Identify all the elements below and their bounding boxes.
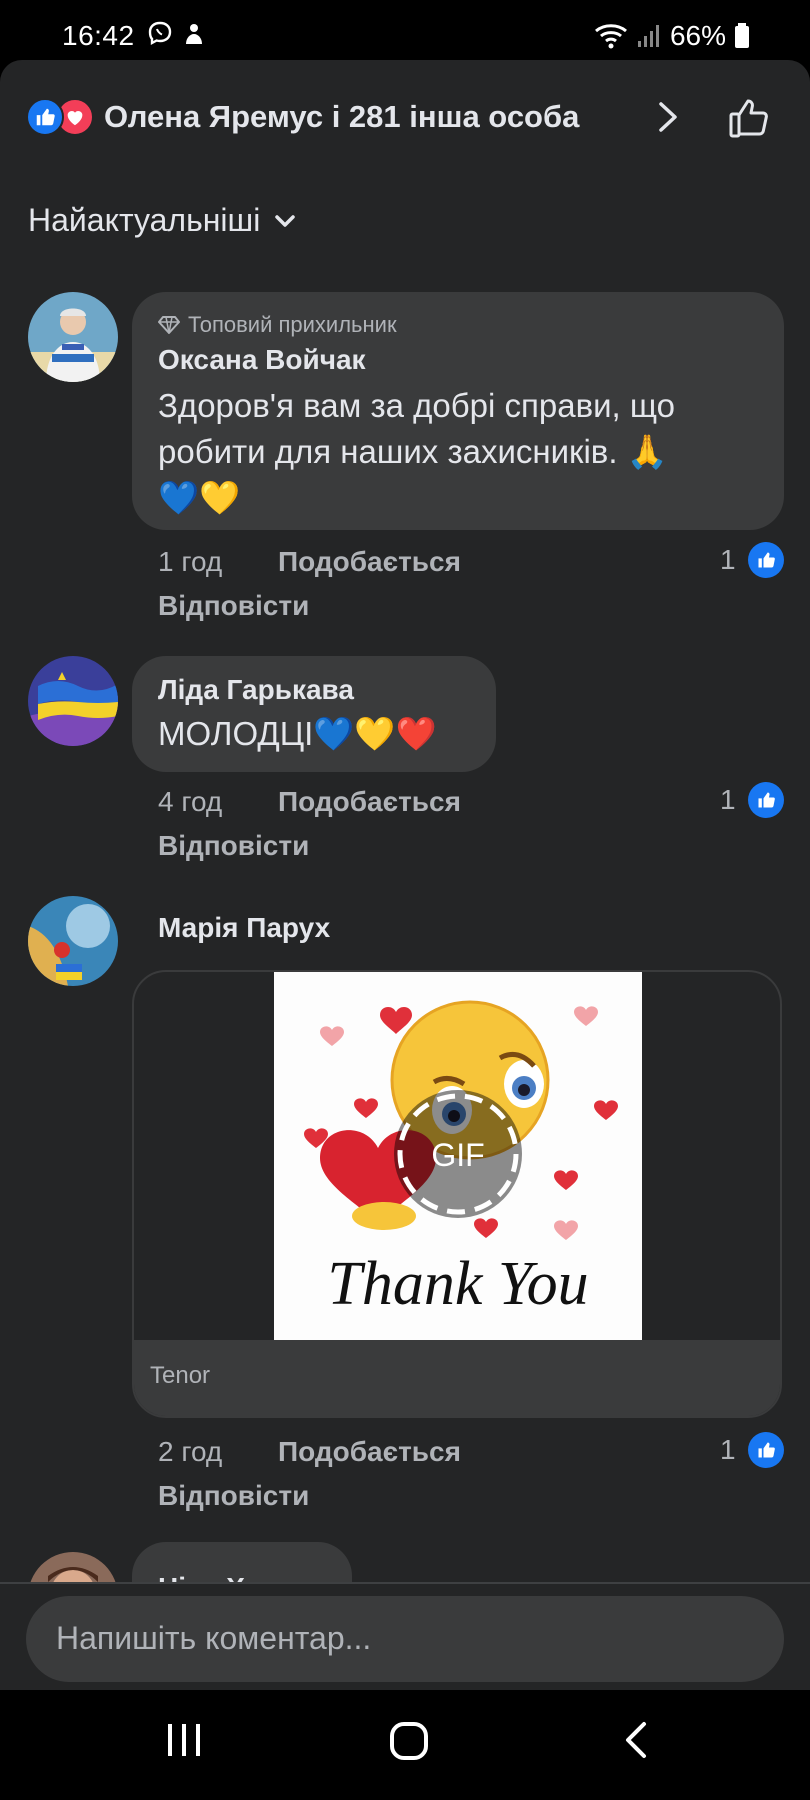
status-right: 66% [594,20,750,52]
like-button[interactable]: Подобається [278,1436,461,1468]
comment-text: МОЛОДЦІ💙💛❤️ [158,715,437,752]
like-count-value: 1 [720,784,736,815]
top-fan-label: Топовий прихильник [188,312,397,337]
avatar[interactable] [28,292,118,382]
gif-caption: Thank You [327,1250,588,1318]
comments-sheet: Олена Яремус і 281 інша особа Найактуаль… [0,60,810,1690]
gif-image[interactable]: GIF Thank You [274,972,642,1340]
gif-label: GIF [431,1137,484,1173]
comment-text-line: 💙💛 [158,479,241,516]
like-reaction-icon [26,98,64,136]
comment-time: 2 год [158,1436,223,1467]
reactions-summary[interactable]: Олена Яремус і 281 інша особа [26,94,786,140]
battery-percent: 66% [669,20,726,51]
status-notification-icons [146,20,206,48]
like-count-value: 1 [720,1434,736,1465]
comment-like-count[interactable]: 1 [720,542,784,578]
status-time: 16:42 [62,20,135,51]
comment-author[interactable]: Оксана Войчак [158,344,366,376]
like-badge-icon [747,782,784,818]
sort-label: Найактуальніші [28,202,261,238]
like-badge-icon [747,542,784,578]
comment-author[interactable]: Марія Парух [158,912,330,944]
signal-icon [637,25,659,47]
status-bar: 16:42 66% [0,0,810,62]
chevron-down-icon [275,214,296,227]
comment-bubble[interactable]: Ліда Гарькава МОЛОДЦІ💙💛❤️ [132,656,496,772]
home-icon[interactable] [388,1720,430,1762]
comment-author[interactable]: Ліда Гарькава [158,674,354,706]
comment-time: 4 год [158,786,223,817]
sort-dropdown[interactable]: Найактуальніші [28,202,296,239]
gif-footer: Tenor [134,1340,780,1416]
comment-time: 1 год [158,546,223,577]
like-button[interactable]: Подобається [278,546,461,578]
recent-apps-icon[interactable] [164,1720,204,1760]
comment-text-line: Здоров'я вам за добрі справи, що [158,387,676,424]
like-count-value: 1 [720,544,736,575]
reply-button[interactable]: Відповісти [158,830,309,862]
reactions-text: Олена Яремус і 281 інша особа [104,99,580,134]
battery-icon [735,23,749,48]
comment-text-line: робити для наших захисників. 🙏 [158,433,668,470]
like-outline-icon[interactable] [726,94,774,142]
viber-icon [148,21,172,46]
diamond-icon [158,316,180,334]
like-button[interactable]: Подобається [278,786,461,818]
comment-like-count[interactable]: 1 [720,782,784,818]
back-icon[interactable] [618,1720,658,1760]
reply-button[interactable]: Відповісти [158,590,309,622]
top-fan-badge: Топовий прихильник [158,312,397,338]
gif-attachment[interactable]: GIF Thank You Tenor [132,970,782,1418]
gif-source: Tenor [150,1362,211,1389]
chevron-right-icon[interactable] [651,100,685,134]
notification-icon [186,24,202,44]
comment-like-count[interactable]: 1 [720,1432,784,1468]
avatar[interactable] [28,896,118,986]
avatar[interactable] [28,656,118,746]
system-navigation-bar [0,1690,810,1800]
comment-input-placeholder: Напишіть коментар... [56,1620,372,1656]
like-badge-icon [747,1432,784,1468]
reply-button[interactable]: Відповісти [158,1480,309,1512]
comment-input[interactable]: Напишіть коментар... [26,1596,784,1682]
comment-composer-bar: Напишіть коментар... [0,1582,810,1690]
comment-bubble[interactable]: Топовий прихильник Оксана Войчак Здоров'… [132,292,784,530]
wifi-icon [594,24,627,49]
